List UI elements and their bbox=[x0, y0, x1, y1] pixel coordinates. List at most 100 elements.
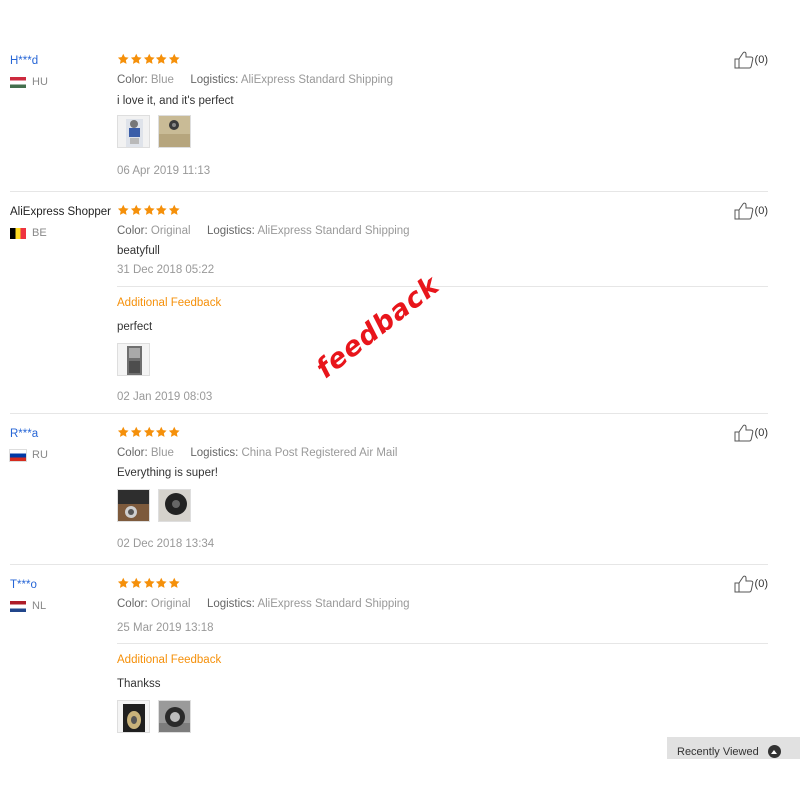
additional-feedback-label: Additional Feedback bbox=[117, 297, 222, 309]
country-code: HU bbox=[32, 76, 48, 88]
review-item: R***a RU Color: Blue Logistics: China Po… bbox=[9, 424, 768, 558]
additional-feedback-label: Additional Feedback bbox=[117, 654, 222, 666]
review-date: 31 Dec 2018 05:22 bbox=[117, 264, 215, 276]
recently-viewed-tab[interactable]: Recently Viewed bbox=[667, 737, 800, 759]
review-date: 06 Apr 2019 11:13 bbox=[117, 165, 211, 177]
star-icon bbox=[155, 577, 168, 590]
star-icon bbox=[143, 53, 156, 66]
attr-color-value: Blue bbox=[150, 447, 174, 459]
star-icon bbox=[117, 426, 130, 439]
helpful-count: (0) bbox=[754, 578, 768, 590]
reviewer-country: RU bbox=[9, 448, 48, 462]
review-photo[interactable] bbox=[158, 489, 191, 522]
recently-viewed-label: Recently Viewed bbox=[677, 746, 759, 758]
attr-color-label: Color: bbox=[117, 447, 148, 459]
review-text: i love it, and it's perfect bbox=[117, 95, 234, 107]
review-divider bbox=[10, 413, 768, 414]
reviewer-name[interactable]: R***a bbox=[10, 428, 38, 440]
star-rating bbox=[117, 53, 181, 67]
review-photo[interactable] bbox=[158, 700, 191, 733]
additional-feedback-divider bbox=[117, 643, 768, 644]
reviewer-name: AliExpress Shopper bbox=[10, 206, 111, 218]
helpful-button[interactable]: (0) bbox=[734, 575, 768, 593]
star-icon bbox=[143, 426, 156, 439]
review-item: T***o NL Color: Original Logistics: AliE… bbox=[10, 575, 768, 757]
star-icon bbox=[168, 577, 181, 590]
country-code: NL bbox=[32, 600, 47, 612]
helpful-count: (0) bbox=[754, 205, 768, 217]
attr-color-label: Color: bbox=[117, 598, 148, 610]
star-icon bbox=[130, 426, 143, 439]
helpful-count: (0) bbox=[754, 427, 768, 439]
thumbs-up-icon bbox=[734, 575, 753, 593]
star-rating bbox=[117, 426, 181, 440]
star-icon bbox=[117, 204, 130, 217]
review-date: 25 Mar 2019 13:18 bbox=[117, 622, 214, 634]
flag-be-icon bbox=[10, 227, 26, 239]
additional-feedback-divider bbox=[117, 286, 768, 287]
reviewer-country: NL bbox=[10, 599, 46, 613]
attr-color-value: Original bbox=[150, 225, 191, 237]
star-icon bbox=[155, 53, 168, 66]
star-icon bbox=[168, 426, 181, 439]
attr-color-label: Color: bbox=[117, 74, 148, 86]
country-code: BE bbox=[32, 227, 47, 239]
review-text: Everything is super! bbox=[117, 467, 218, 479]
reviewer-country: BE bbox=[10, 226, 47, 240]
attr-logistics-label: Logistics: bbox=[190, 74, 239, 86]
attr-logistics-value: AliExpress Standard Shipping bbox=[257, 225, 410, 237]
additional-feedback-date: 02 Jan 2019 08:03 bbox=[117, 391, 213, 403]
helpful-button[interactable]: (0) bbox=[734, 51, 768, 69]
attr-color-value: Blue bbox=[150, 74, 174, 86]
additional-feedback-text: Thankss bbox=[117, 678, 161, 690]
thumbs-up-icon bbox=[734, 202, 753, 220]
star-rating bbox=[117, 577, 181, 591]
feedback-list: H***d HU Color: Blue Logistics: AliExpre… bbox=[0, 0, 800, 757]
additional-feedback-text: perfect bbox=[117, 321, 153, 333]
review-photo[interactable] bbox=[158, 115, 191, 148]
review-attributes: Color: Blue Logistics: AliExpress Standa… bbox=[117, 74, 393, 86]
review-date: 02 Dec 2018 13:34 bbox=[117, 538, 215, 550]
attr-logistics-value: AliExpress Standard Shipping bbox=[240, 74, 393, 86]
reviewer-name[interactable]: H***d bbox=[10, 55, 38, 67]
star-icon bbox=[143, 577, 156, 590]
star-icon bbox=[155, 204, 168, 217]
flag-ru-icon bbox=[9, 448, 27, 462]
attr-logistics-label: Logistics: bbox=[206, 225, 255, 237]
review-divider bbox=[10, 564, 768, 565]
attr-logistics-value: AliExpress Standard Shipping bbox=[257, 598, 410, 610]
review-photo[interactable] bbox=[117, 115, 150, 148]
attr-logistics-label: Logistics: bbox=[190, 447, 239, 459]
helpful-button[interactable]: (0) bbox=[734, 424, 768, 442]
thumbs-up-icon bbox=[734, 51, 753, 69]
star-icon bbox=[168, 53, 181, 66]
attr-logistics-value: China Post Registered Air Mail bbox=[241, 447, 398, 459]
thumbs-up-icon bbox=[734, 424, 753, 442]
star-icon bbox=[117, 577, 130, 590]
flag-hu-icon bbox=[10, 76, 26, 88]
star-rating bbox=[117, 204, 181, 218]
attr-logistics-label: Logistics: bbox=[206, 598, 255, 610]
review-photo[interactable] bbox=[117, 343, 150, 376]
reviewer-name[interactable]: T***o bbox=[10, 579, 37, 591]
helpful-count: (0) bbox=[754, 54, 768, 66]
attr-color-value: Original bbox=[150, 598, 191, 610]
star-icon bbox=[155, 426, 168, 439]
country-code: RU bbox=[32, 449, 48, 461]
review-divider bbox=[10, 191, 768, 192]
flag-nl-icon bbox=[10, 600, 26, 612]
attr-color-label: Color: bbox=[117, 225, 148, 237]
star-icon bbox=[168, 204, 181, 217]
star-icon bbox=[143, 204, 156, 217]
review-attributes: Color: Original Logistics: AliExpress St… bbox=[117, 598, 410, 610]
review-attributes: Color: Original Logistics: AliExpress St… bbox=[117, 225, 410, 237]
review-text: beatyfull bbox=[117, 245, 160, 257]
reviewer-country: HU bbox=[10, 75, 48, 89]
star-icon bbox=[130, 577, 143, 590]
review-photo[interactable] bbox=[117, 489, 150, 522]
star-icon bbox=[117, 53, 130, 66]
star-icon bbox=[130, 204, 143, 217]
star-icon bbox=[130, 53, 143, 66]
review-photo[interactable] bbox=[117, 700, 150, 733]
helpful-button[interactable]: (0) bbox=[734, 202, 768, 220]
